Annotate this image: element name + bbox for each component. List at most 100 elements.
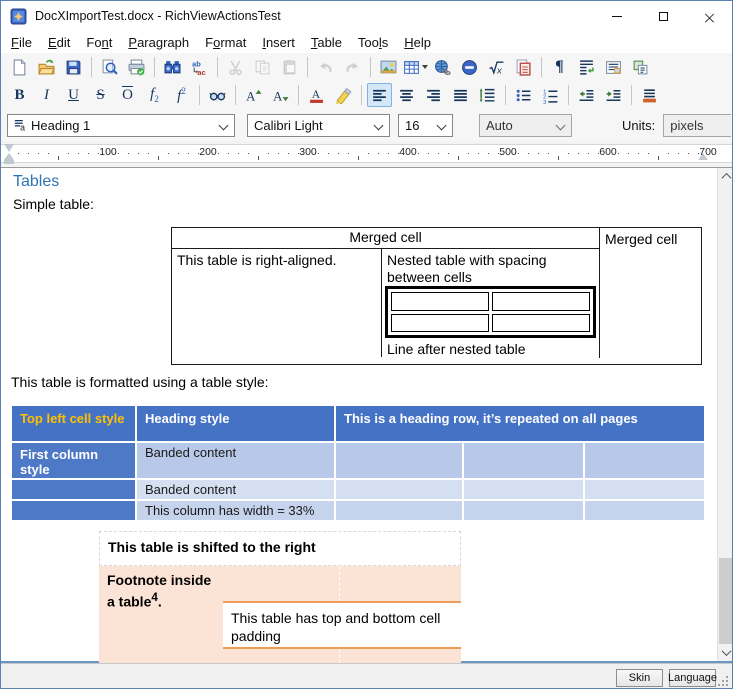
justify-button[interactable] xyxy=(448,83,473,107)
redo-button[interactable] xyxy=(340,55,365,79)
underline-icon: U xyxy=(68,88,79,103)
skin-button[interactable]: Skin xyxy=(616,669,663,687)
overline-button[interactable]: O xyxy=(115,83,140,107)
scroll-up-button[interactable] xyxy=(718,168,733,185)
align-center-button[interactable] xyxy=(394,83,419,107)
menu-item-paragraph[interactable]: Paragraph xyxy=(120,32,197,53)
left-indent-handle[interactable] xyxy=(4,160,14,164)
ruler-number: 100 xyxy=(99,146,117,158)
resize-grip[interactable] xyxy=(717,675,729,687)
insert-equation-button[interactable]: x xyxy=(484,55,509,79)
insert-table-button[interactable] xyxy=(403,55,428,79)
svg-text:A: A xyxy=(312,88,321,101)
print-preview-button[interactable] xyxy=(97,55,122,79)
strikethrough-button[interactable]: S xyxy=(88,83,113,107)
insert-horizontal-line-button[interactable] xyxy=(457,55,482,79)
units-combo[interactable]: pixels xyxy=(663,114,731,137)
menu-item-format[interactable]: Format xyxy=(197,32,254,53)
insert-hyperlink-button[interactable] xyxy=(430,55,455,79)
styled-cell xyxy=(464,443,583,478)
maximize-button[interactable] xyxy=(640,1,686,31)
open-icon xyxy=(38,59,55,76)
new-document-button[interactable] xyxy=(7,55,32,79)
styled-cell xyxy=(336,480,462,499)
show-formatting-marks-button[interactable]: ¶ xyxy=(547,55,572,79)
language-button[interactable]: Language xyxy=(669,669,716,687)
insert-picture-button[interactable] xyxy=(376,55,401,79)
line-spacing-button[interactable] xyxy=(475,83,500,107)
italic-button[interactable]: I xyxy=(34,83,59,107)
chevron-down-icon xyxy=(721,646,731,656)
print-button[interactable] xyxy=(124,55,149,79)
align-left-button[interactable] xyxy=(367,83,392,107)
minimize-button[interactable] xyxy=(594,1,640,31)
menu-item-font[interactable]: Font xyxy=(78,32,120,53)
scrollbar-thumb[interactable] xyxy=(719,558,733,644)
chevron-up-icon xyxy=(721,173,731,183)
document-editor[interactable]: Tables Simple table: Merged cell Merged … xyxy=(1,168,733,663)
style-combo[interactable]: a Heading 1 xyxy=(7,114,235,137)
increase-indent-button[interactable] xyxy=(601,83,626,107)
open-button[interactable] xyxy=(34,55,59,79)
paste-button[interactable] xyxy=(277,55,302,79)
menu-item-edit[interactable]: Edit xyxy=(40,32,78,53)
text-flow-button[interactable] xyxy=(574,55,599,79)
styled-header-heading-row: This is a heading row, it’s repeated on … xyxy=(336,406,704,441)
menu-item-file[interactable]: File xyxy=(3,32,40,53)
grow-font-button[interactable]: A xyxy=(241,83,266,107)
menu-item-table[interactable]: Table xyxy=(303,32,350,53)
bullet-list-button[interactable] xyxy=(511,83,536,107)
menu-item-insert[interactable]: Insert xyxy=(254,32,303,53)
show-formatting-marks-icon: ¶ xyxy=(555,59,564,75)
cut-button[interactable] xyxy=(223,55,248,79)
hidden-text-button[interactable] xyxy=(205,83,230,107)
find-button[interactable] xyxy=(160,55,185,79)
strikethrough-icon: S xyxy=(96,88,104,103)
font-size-value: 16 xyxy=(405,118,419,133)
units-combo-value: pixels xyxy=(670,118,703,133)
menu-item-help[interactable]: Help xyxy=(396,32,439,53)
svg-text:ac: ac xyxy=(197,67,205,75)
left-indent-marker[interactable] xyxy=(4,153,14,160)
scroll-down-button[interactable] xyxy=(718,644,733,661)
align-right-button[interactable] xyxy=(421,83,446,107)
replace-button[interactable]: abac xyxy=(187,55,212,79)
save-icon xyxy=(65,59,82,76)
font-color-button[interactable]: A xyxy=(304,83,329,107)
styled-cell xyxy=(464,501,583,520)
ruler-tick xyxy=(658,156,659,160)
doc-paragraph-simple-table: Simple table: xyxy=(13,196,94,212)
font-size-combo[interactable]: 16 xyxy=(398,114,453,137)
highlight-button[interactable] xyxy=(331,83,356,107)
subscript-icon: f2 xyxy=(150,87,159,104)
underline-button[interactable]: U xyxy=(61,83,86,107)
undo-button[interactable] xyxy=(313,55,338,79)
first-line-indent-marker[interactable] xyxy=(4,144,14,152)
vertical-scrollbar[interactable] xyxy=(717,168,733,661)
chevron-down-icon xyxy=(219,120,229,130)
close-button[interactable] xyxy=(686,1,732,31)
app-icon xyxy=(10,8,27,25)
copy-button[interactable] xyxy=(250,55,275,79)
decrease-indent-button[interactable] xyxy=(574,83,599,107)
ruler-tick xyxy=(88,153,89,154)
font-combo[interactable]: Calibri Light xyxy=(247,114,390,137)
ruler-tick xyxy=(688,153,689,154)
paragraph-shading-button[interactable] xyxy=(637,83,662,107)
ruler-tick xyxy=(648,153,649,154)
superscript-button[interactable]: f2 xyxy=(169,83,194,107)
ruler-tick xyxy=(418,153,419,154)
menu-item-tools[interactable]: Tools xyxy=(350,32,396,53)
paste-special-button[interactable] xyxy=(511,55,536,79)
numbered-list-button[interactable]: 123 xyxy=(538,83,563,107)
zoom-combo[interactable]: Auto xyxy=(479,114,572,137)
shrink-font-button[interactable]: A xyxy=(268,83,293,107)
subscript-button[interactable]: f2 xyxy=(142,83,167,107)
nested-cell xyxy=(391,292,489,311)
insert-frame-button[interactable] xyxy=(628,55,653,79)
save-button[interactable] xyxy=(61,55,86,79)
bold-button[interactable]: B xyxy=(7,83,32,107)
insert-text-box-button[interactable] xyxy=(601,55,626,79)
toolbar-separator xyxy=(505,85,506,105)
app-window: DocXImportTest.docx - RichViewActionsTes… xyxy=(0,0,733,689)
